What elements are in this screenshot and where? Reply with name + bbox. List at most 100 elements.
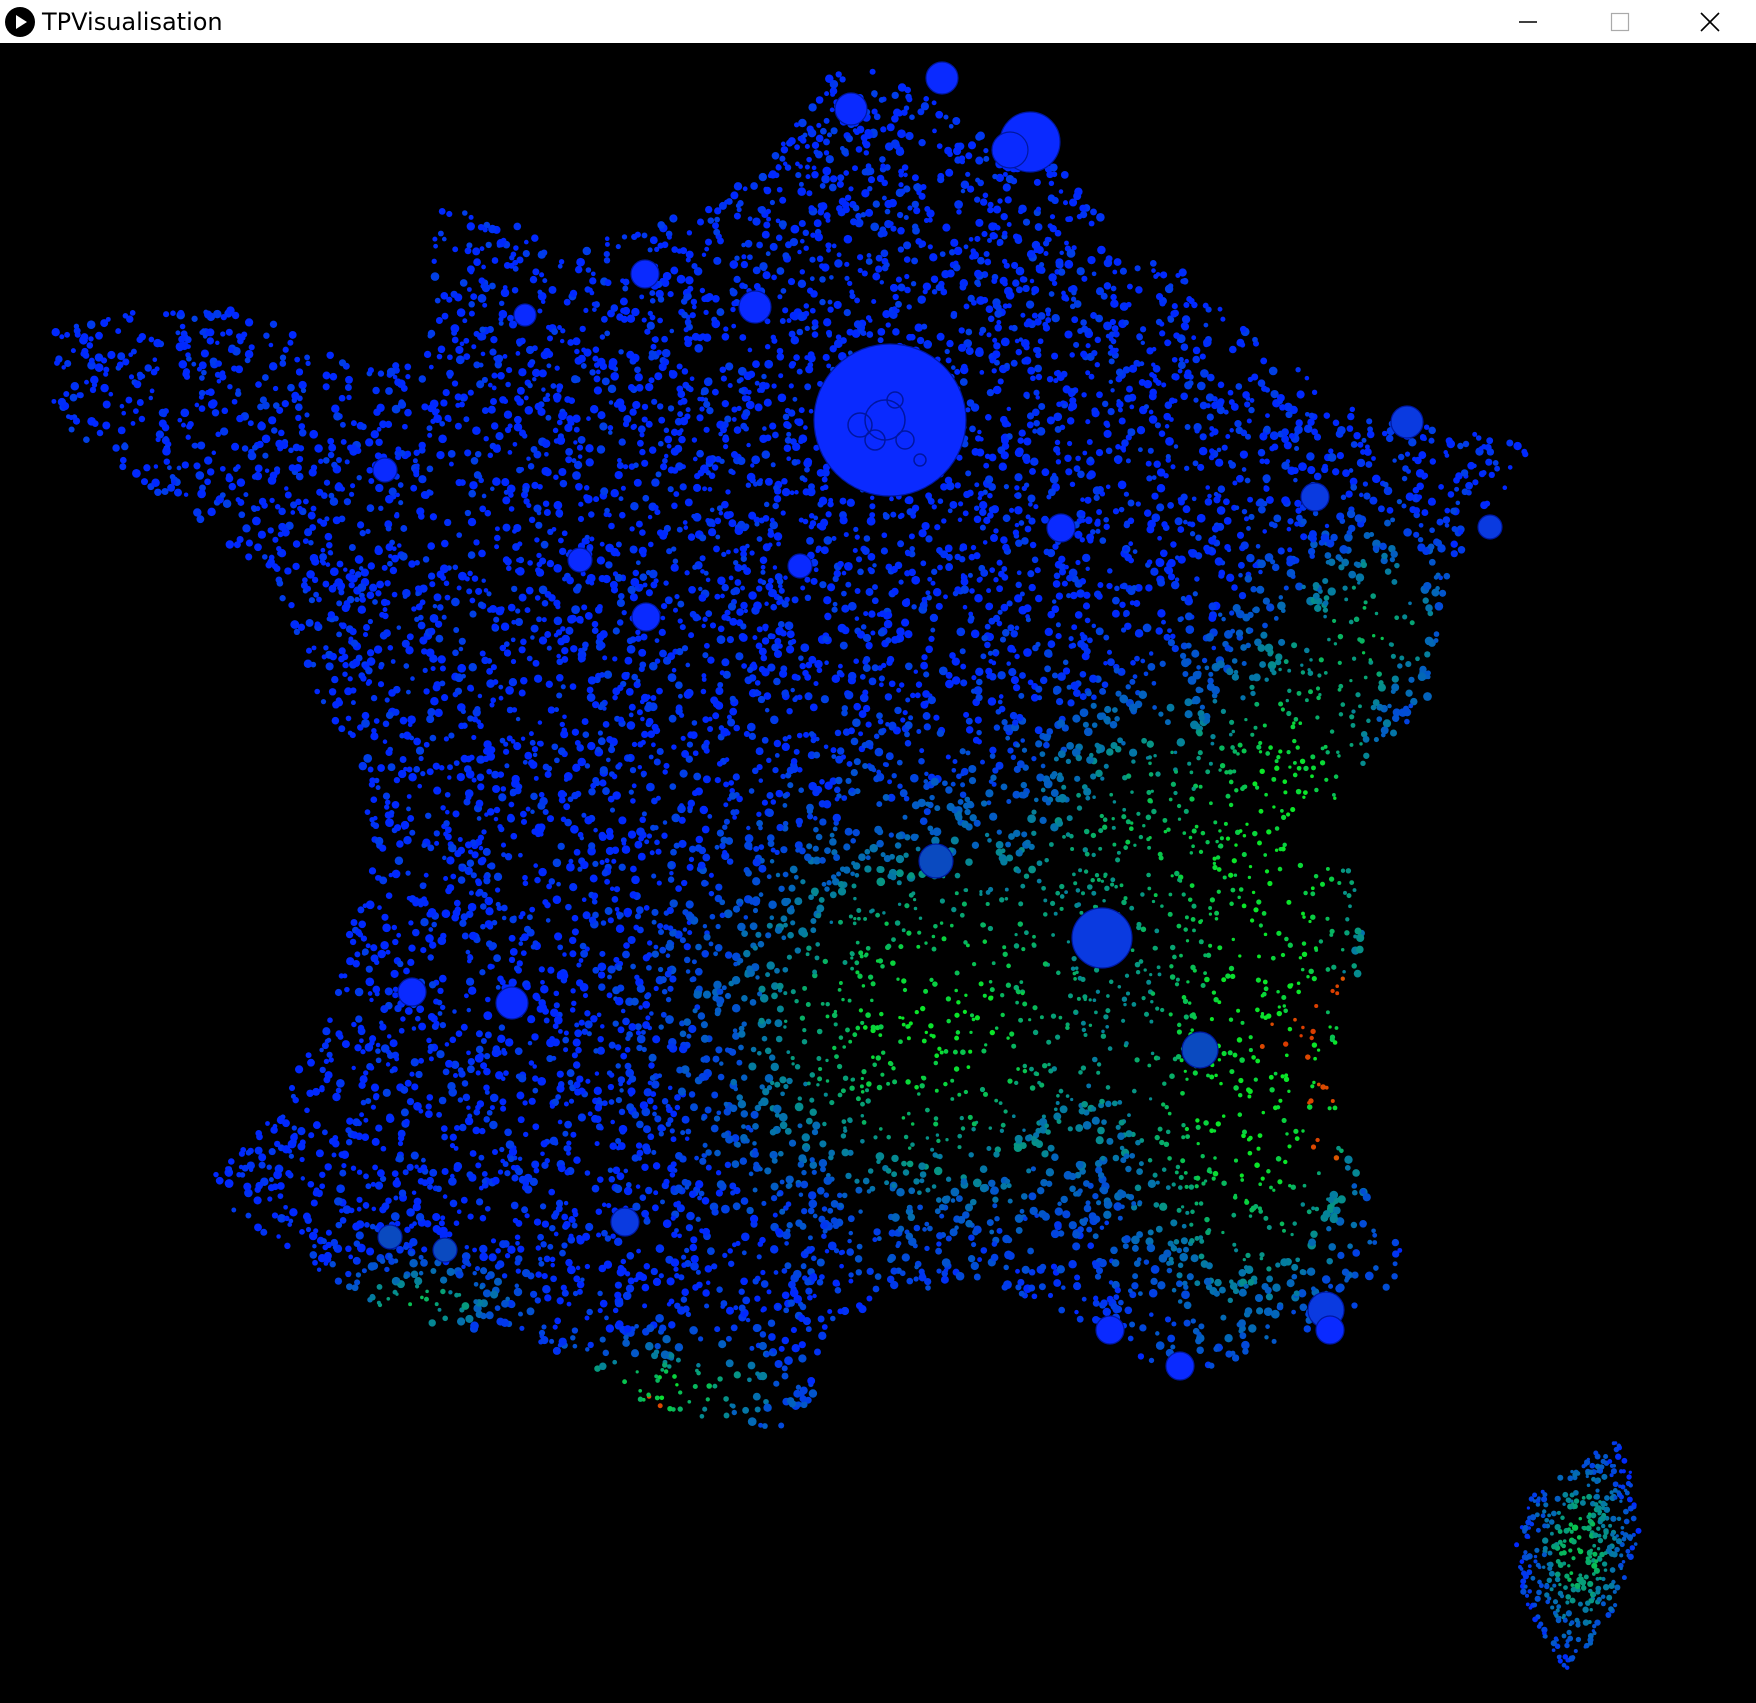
commune-dot	[1010, 177, 1018, 185]
commune-dot	[1263, 1307, 1273, 1317]
commune-dot	[553, 1231, 559, 1237]
commune-dot	[1117, 1100, 1123, 1105]
commune-dot	[797, 135, 803, 142]
commune-dot	[1200, 1154, 1205, 1159]
commune-dot	[1224, 544, 1231, 551]
commune-dot	[1387, 703, 1392, 709]
commune-dot	[642, 494, 650, 502]
commune-dot	[647, 730, 656, 739]
commune-dot	[1327, 637, 1331, 642]
commune-dot	[495, 1071, 504, 1080]
commune-dot	[741, 995, 748, 1002]
commune-dot	[1148, 409, 1154, 415]
commune-dot	[712, 1055, 720, 1063]
commune-dot	[1211, 645, 1217, 651]
commune-dot	[622, 1379, 628, 1385]
commune-dot	[1502, 485, 1508, 491]
commune-dot	[586, 686, 594, 694]
commune-dot	[403, 1273, 409, 1280]
commune-dot	[1061, 1285, 1066, 1290]
commune-dot	[641, 730, 649, 739]
commune-dot	[720, 1300, 728, 1307]
commune-dot	[573, 848, 581, 856]
commune-dot	[350, 1165, 357, 1171]
commune-dot	[707, 814, 713, 819]
commune-dot	[733, 1371, 741, 1379]
commune-dot	[1015, 849, 1023, 857]
commune-dot	[963, 711, 970, 718]
commune-dot	[619, 511, 626, 519]
commune-dot	[1151, 808, 1157, 815]
commune-dot	[305, 618, 314, 627]
commune-dot	[506, 367, 513, 374]
commune-dot	[904, 903, 910, 909]
commune-dot	[1150, 567, 1159, 576]
commune-dot	[1195, 1124, 1201, 1130]
commune-dot	[319, 1066, 326, 1074]
commune-dot	[919, 1083, 925, 1089]
commune-dot	[819, 1140, 827, 1148]
commune-dot	[790, 1056, 795, 1061]
commune-dot	[371, 727, 377, 734]
map-canvas[interactable]	[0, 43, 1756, 1698]
commune-dot	[991, 961, 996, 966]
commune-dot	[1353, 431, 1361, 440]
commune-dot	[987, 838, 992, 843]
commune-dot	[1298, 721, 1303, 726]
commune-dot	[540, 1151, 545, 1157]
commune-dot	[909, 114, 915, 121]
commune-dot	[1086, 1226, 1093, 1233]
commune-dot	[974, 196, 981, 203]
commune-dot	[854, 1255, 863, 1263]
commune-dot	[1028, 843, 1035, 851]
commune-dot	[1194, 576, 1200, 582]
minimize-button[interactable]	[1482, 0, 1574, 43]
commune-dot	[982, 192, 989, 199]
commune-dot	[267, 1184, 275, 1192]
commune-dot	[923, 779, 929, 784]
commune-dot	[585, 444, 594, 453]
commune-dot	[566, 1150, 571, 1156]
commune-dot	[86, 320, 96, 329]
commune-dot	[1029, 541, 1037, 549]
commune-dot	[1314, 604, 1322, 612]
commune-dot	[702, 1055, 711, 1063]
commune-dot	[742, 1296, 751, 1305]
commune-dot	[1086, 1083, 1092, 1089]
commune-dot	[1187, 897, 1193, 902]
commune-dot	[888, 680, 896, 688]
maximize-button[interactable]	[1574, 0, 1666, 43]
commune-dot	[1186, 1273, 1194, 1281]
commune-dot	[1265, 751, 1271, 756]
commune-dot	[248, 1167, 254, 1173]
commune-dot	[669, 870, 674, 876]
commune-dot	[554, 932, 563, 941]
commune-dot	[935, 110, 944, 119]
commune-dot	[659, 946, 667, 954]
commune-dot	[390, 659, 396, 664]
commune-dot	[997, 699, 1003, 705]
commune-dot	[1258, 505, 1266, 514]
commune-dot	[699, 1413, 705, 1419]
commune-dot	[705, 238, 712, 246]
commune-dot	[676, 363, 683, 370]
commune-dot	[685, 969, 691, 974]
commune-dot	[740, 555, 747, 562]
commune-dot	[684, 1247, 690, 1254]
commune-dot	[897, 246, 905, 253]
commune-dot	[362, 632, 369, 638]
commune-dot	[1200, 830, 1206, 836]
commune-dot	[1408, 601, 1412, 606]
commune-dot	[1279, 1221, 1285, 1227]
title-bar[interactable]: TPVisualisation	[0, 0, 1756, 43]
commune-dot	[1297, 862, 1304, 869]
commune-dot	[568, 858, 574, 864]
commune-dot	[331, 716, 340, 725]
commune-dot	[304, 412, 310, 418]
commune-dot	[701, 1153, 707, 1158]
commune-dot	[1261, 991, 1267, 997]
commune-dot	[464, 509, 472, 517]
commune-dot	[1306, 1267, 1316, 1276]
close-button[interactable]	[1664, 0, 1756, 43]
commune-dot	[716, 829, 725, 837]
